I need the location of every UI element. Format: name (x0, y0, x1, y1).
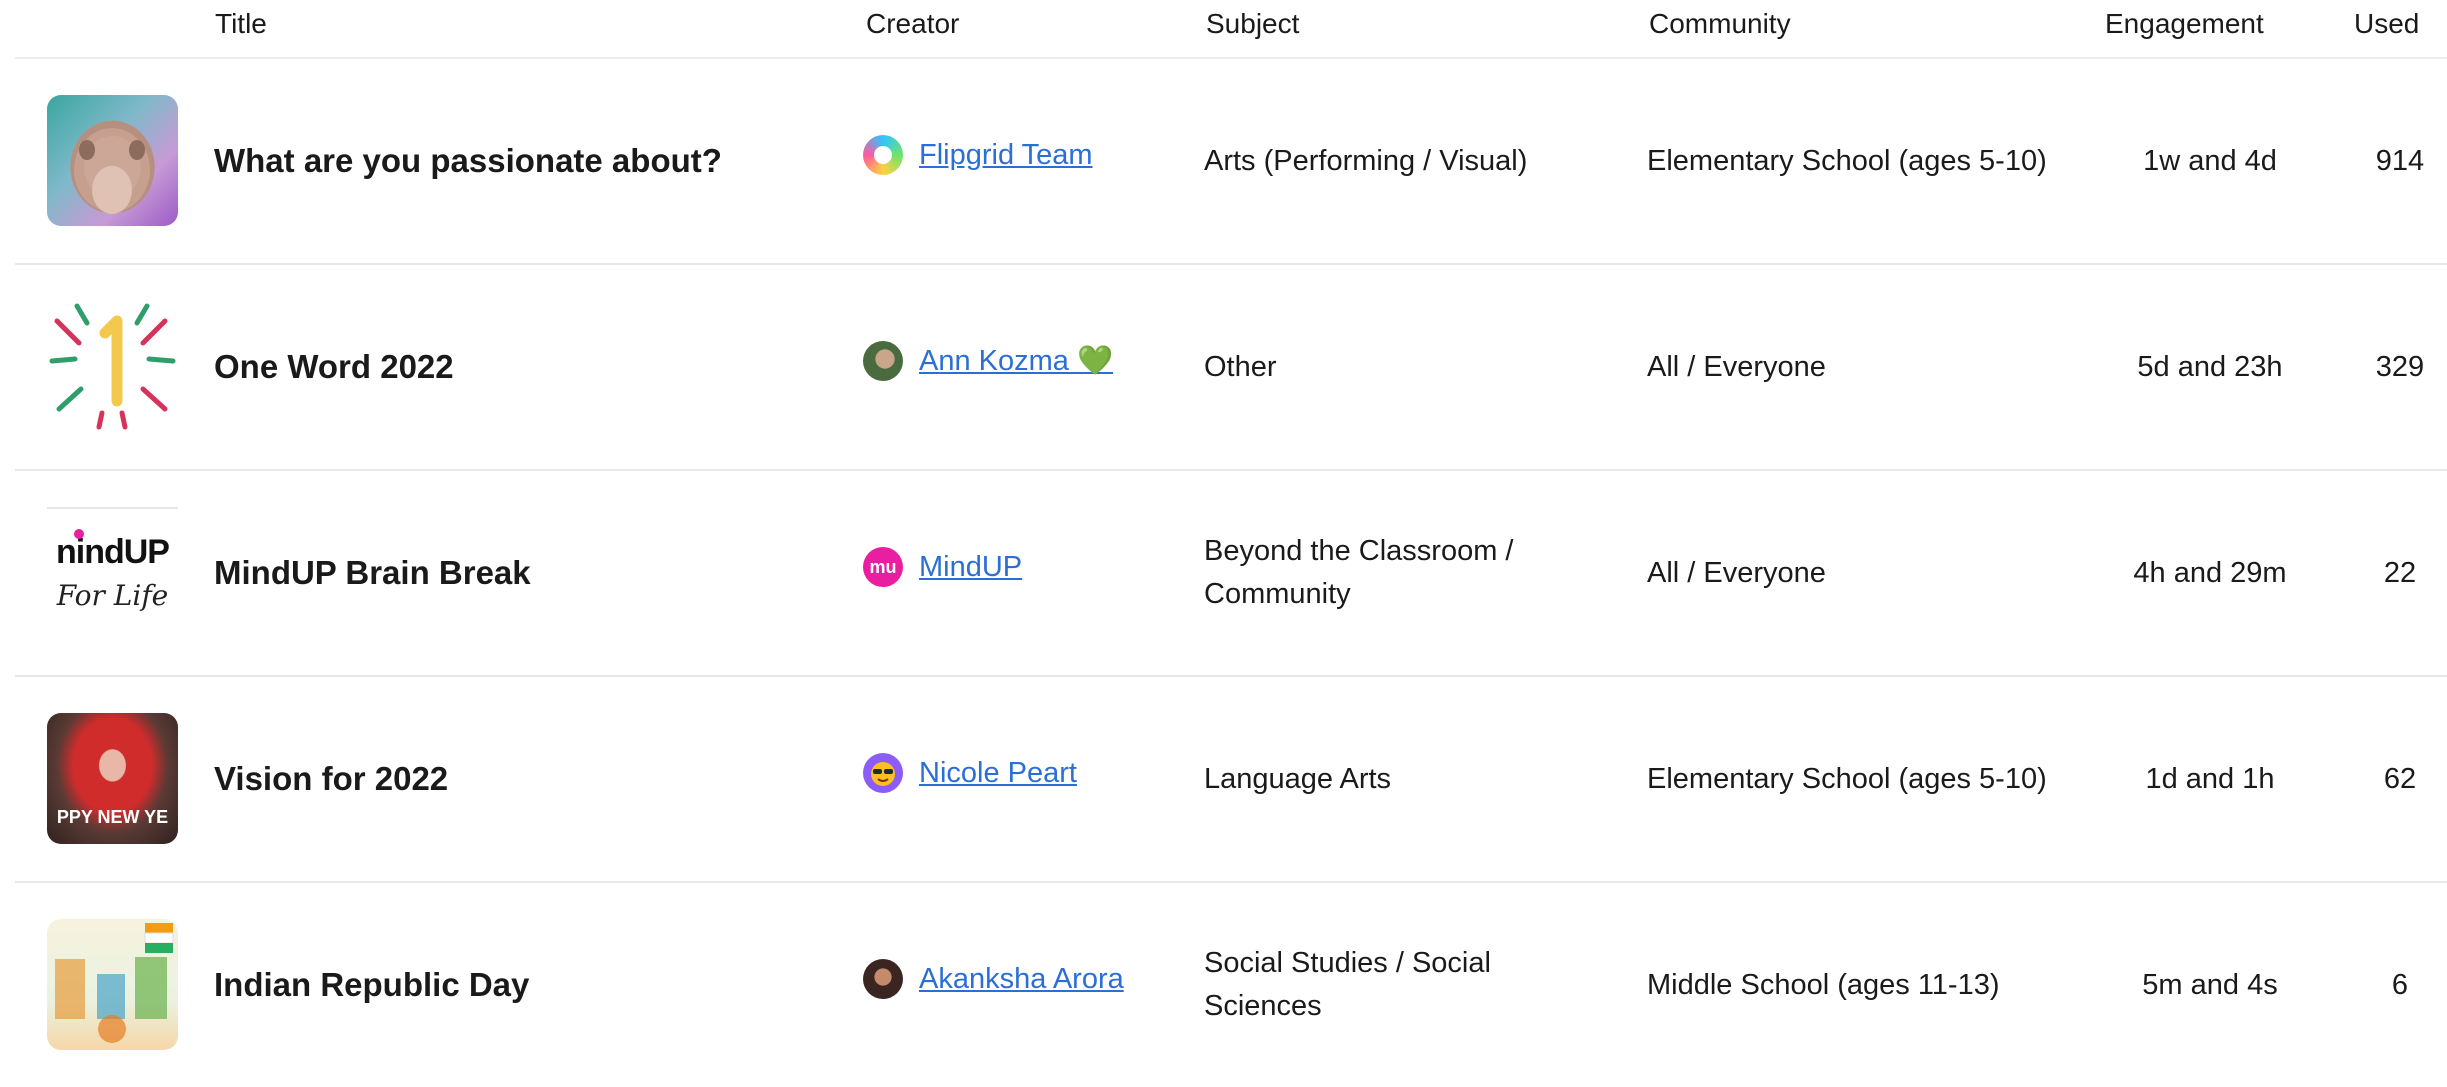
republic-day-illustration-icon (55, 923, 174, 1043)
table-row[interactable]: Indian Republic Day Akanksha Arora Socia… (15, 883, 2447, 1087)
creator: Ann Kozma 💚 (863, 259, 1113, 463)
topic-used-count: 914 (2375, 144, 2425, 177)
user-avatar (863, 959, 903, 999)
topic-subject: Social Studies / Social Sciences (1204, 947, 1491, 1022)
topic-used-count: 6 (2391, 968, 2409, 1001)
topic-subject: Other (1204, 350, 1277, 383)
column-header-used[interactable]: Used (2354, 8, 2419, 40)
topic-community: Elementary School (ages 5-10) (1647, 762, 2047, 795)
topic-engagement: 5m and 4s (2142, 968, 2278, 1001)
topic-engagement: 1d and 1h (2145, 762, 2275, 795)
topic-engagement: 5d and 23h (2137, 350, 2283, 383)
mindup-avatar-text: mu (869, 556, 897, 577)
sunglasses-emoji-avatar (863, 753, 903, 793)
table-row[interactable]: PPY NEW YE Vision for 2022 Nicole Peart … (15, 677, 2447, 883)
topic-subject: Beyond the Classroom / Community (1204, 535, 1514, 610)
table-row[interactable]: nindUP For Life MindUP Brain Break mu Mi… (15, 471, 2447, 677)
topic-used-count: 329 (2375, 350, 2425, 383)
topic-thumbnail[interactable] (47, 301, 178, 432)
mindup-wordmark: nindUP (56, 533, 170, 571)
mindup-dot-icon (74, 529, 84, 539)
table-row[interactable]: One Word 2022 Ann Kozma 💚 Other All / Ev… (15, 265, 2447, 471)
creator: Nicole Peart (863, 671, 1077, 875)
topic-title[interactable]: What are you passionate about? (214, 59, 722, 263)
column-header-community[interactable]: Community (1649, 8, 1791, 40)
topic-community: Middle School (ages 11-13) (1647, 968, 2000, 1001)
topic-title[interactable]: MindUP Brain Break (214, 471, 531, 675)
topic-engagement: 1w and 4d (2143, 144, 2277, 177)
topic-thumbnail[interactable]: nindUP For Life (47, 507, 178, 640)
table-row[interactable]: What are you passionate about? Flipgrid … (15, 59, 2447, 265)
column-header-subject[interactable]: Subject (1206, 8, 1299, 40)
user-avatar (863, 341, 903, 381)
table-header: Title Creator Subject Community Engageme… (15, 0, 2447, 59)
topic-thumbnail[interactable]: PPY NEW YE (47, 713, 178, 844)
mindup-logo-icon: mu (863, 547, 903, 587)
creator-link[interactable]: MindUP (919, 551, 1022, 584)
topics-table: Title Creator Subject Community Engageme… (15, 0, 2447, 1087)
topic-title[interactable]: One Word 2022 (214, 265, 454, 469)
elephant-image-icon (74, 128, 150, 214)
number-one-fireworks-icon (49, 303, 176, 430)
topic-thumbnail[interactable] (47, 919, 178, 1050)
creator-link[interactable]: Akanksha Arora (919, 963, 1124, 996)
column-header-creator[interactable]: Creator (866, 8, 959, 40)
topic-subject: Arts (Performing / Visual) (1204, 144, 1528, 177)
creator-link[interactable]: Flipgrid Team (919, 139, 1093, 172)
column-header-title[interactable]: Title (215, 8, 267, 40)
topic-community: Elementary School (ages 5-10) (1647, 144, 2047, 177)
creator-link[interactable]: Nicole Peart (919, 757, 1077, 790)
topic-used-count: 62 (2383, 762, 2417, 795)
mindup-tagline: For Life (56, 579, 169, 612)
creator-link[interactable]: Ann Kozma 💚 (919, 344, 1113, 378)
column-header-engagement[interactable]: Engagement (2105, 8, 2264, 40)
topic-used-count: 22 (2383, 556, 2417, 589)
flipgrid-logo-icon (863, 135, 903, 175)
topic-engagement: 4h and 29m (2133, 556, 2287, 589)
creator: Flipgrid Team (863, 53, 1093, 257)
topic-subject: Language Arts (1204, 762, 1392, 795)
topic-title[interactable]: Indian Republic Day (214, 883, 529, 1087)
creator: Akanksha Arora (863, 877, 1124, 1081)
topic-community: All / Everyone (1647, 556, 1826, 589)
creator: mu MindUP (863, 465, 1022, 669)
thumbnail-caption: PPY NEW YE (56, 807, 169, 827)
topic-thumbnail[interactable] (47, 95, 178, 226)
topic-title[interactable]: Vision for 2022 (214, 677, 448, 881)
topic-community: All / Everyone (1647, 350, 1826, 383)
